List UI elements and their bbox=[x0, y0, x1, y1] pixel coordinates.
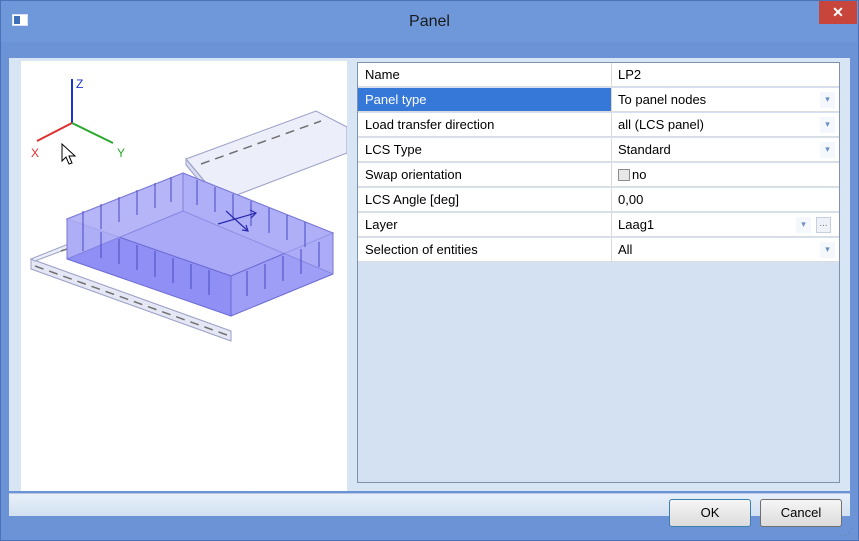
property-value-text: Standard bbox=[618, 142, 671, 157]
swap-orientation-checkbox[interactable] bbox=[618, 169, 630, 181]
property-value-text: LP2 bbox=[618, 67, 642, 82]
panel-preview-drawing: Z X Y bbox=[29, 77, 347, 342]
ok-button[interactable]: OK bbox=[669, 499, 751, 527]
property-name[interactable]: Selection of entities bbox=[358, 238, 612, 262]
chevron-down-icon[interactable]: ▾ bbox=[820, 117, 835, 133]
property-name[interactable]: Layer bbox=[358, 213, 612, 237]
panel-dialog-window: Panel ✕ Z X Y Name LP2 Panel type To pan… bbox=[0, 0, 859, 541]
axis-label-x: X bbox=[31, 146, 39, 160]
chevron-down-icon[interactable]: ▾ bbox=[796, 217, 811, 233]
property-value[interactable]: To panel nodes ▾ bbox=[612, 88, 839, 112]
chevron-down-icon[interactable]: ▾ bbox=[820, 92, 835, 108]
property-value[interactable]: no bbox=[612, 163, 839, 187]
property-value[interactable]: 0,00 bbox=[612, 188, 839, 212]
property-value[interactable]: all (LCS panel) ▾ bbox=[612, 113, 839, 137]
property-row[interactable]: Swap orientation no bbox=[358, 163, 839, 188]
property-name[interactable]: Panel type bbox=[358, 88, 612, 112]
property-row[interactable]: Selection of entities All ▾ bbox=[358, 238, 839, 263]
chevron-down-icon[interactable]: ▾ bbox=[820, 242, 835, 258]
property-name[interactable]: LCS Type bbox=[358, 138, 612, 162]
property-row[interactable]: Name LP2 bbox=[358, 63, 839, 88]
property-value[interactable]: All ▾ bbox=[612, 238, 839, 262]
property-row[interactable]: LCS Type Standard ▾ bbox=[358, 138, 839, 163]
property-name[interactable]: Name bbox=[358, 63, 612, 87]
property-grid: Name LP2 Panel type To panel nodes ▾ Load tra… bbox=[357, 62, 840, 483]
ellipsis-button[interactable]: ... bbox=[816, 217, 831, 233]
property-row[interactable]: Layer Laag1 ▾... bbox=[358, 213, 839, 238]
resize-grip-icon[interactable]: ⋰ bbox=[844, 528, 854, 538]
property-value[interactable]: Laag1 ▾... bbox=[612, 213, 839, 237]
property-value-text: To panel nodes bbox=[618, 92, 707, 107]
panel-preview-viewport[interactable]: Z X Y bbox=[21, 61, 347, 491]
close-button[interactable]: ✕ bbox=[819, 1, 857, 24]
property-name[interactable]: LCS Angle [deg] bbox=[358, 188, 612, 212]
property-row[interactable]: Panel type To panel nodes ▾ bbox=[358, 88, 839, 113]
property-row[interactable]: LCS Angle [deg] 0,00 bbox=[358, 188, 839, 213]
property-row[interactable]: Load transfer direction all (LCS panel) ▾ bbox=[358, 113, 839, 138]
cancel-button[interactable]: Cancel bbox=[760, 499, 842, 527]
axis-label-z: Z bbox=[76, 77, 83, 91]
property-value[interactable]: LP2 bbox=[612, 63, 839, 87]
axes-icon bbox=[36, 79, 114, 144]
property-name[interactable]: Swap orientation bbox=[358, 163, 612, 187]
property-value-text: all (LCS panel) bbox=[618, 117, 704, 132]
property-value-text: Laag1 bbox=[618, 217, 655, 232]
window-title: Panel bbox=[409, 13, 450, 30]
property-value-text: All bbox=[618, 242, 633, 257]
mouse-cursor-icon bbox=[61, 142, 77, 165]
title-bar[interactable]: Panel ✕ bbox=[1, 1, 858, 42]
property-value-text: 0,00 bbox=[618, 192, 644, 207]
property-name[interactable]: Load transfer direction bbox=[358, 113, 612, 137]
checkbox-label: no bbox=[632, 167, 647, 182]
axis-label-y: Y bbox=[117, 146, 125, 160]
chevron-down-icon[interactable]: ▾ bbox=[820, 142, 835, 158]
property-value[interactable]: Standard ▾ bbox=[612, 138, 839, 162]
